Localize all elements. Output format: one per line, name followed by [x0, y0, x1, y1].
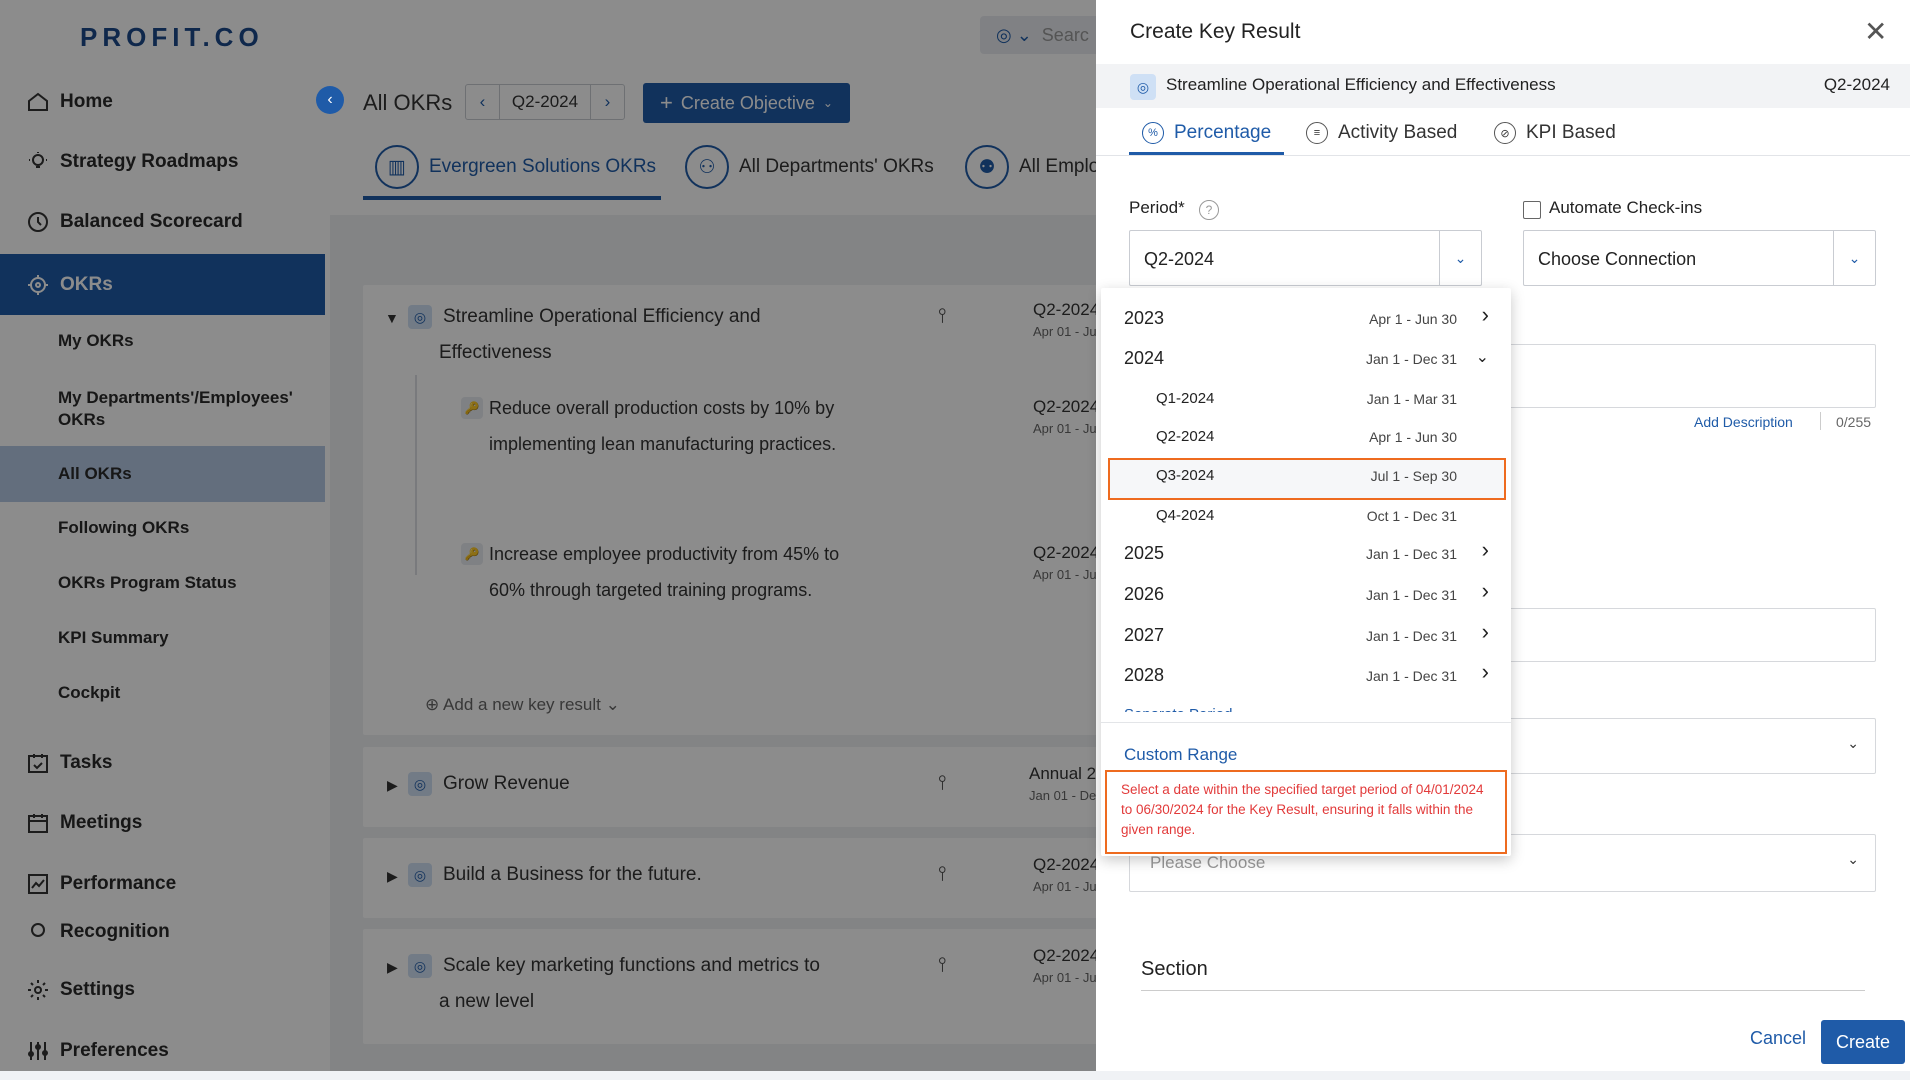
divider [1101, 722, 1511, 723]
tab-percentage[interactable]: % Percentage [1142, 122, 1271, 144]
period-option-q4-2024[interactable]: Q4-2024 Oct 1 - Dec 31 [1101, 495, 1511, 535]
connection-select-value: Choose Connection [1538, 249, 1697, 269]
add-description-link[interactable]: Add Description [1694, 414, 1793, 430]
chevron-down-icon[interactable]: ⌄ [1833, 231, 1875, 285]
period-option-range: Jan 1 - Dec 31 [1365, 628, 1457, 644]
period-option-range: Jan 1 - Dec 31 [1365, 351, 1457, 367]
objective-period: Q2-2024 [1823, 75, 1890, 94]
period-option-label: Q2-2024 [1156, 428, 1215, 445]
section-heading: Section [1141, 958, 1208, 980]
period-option-2025[interactable]: 2025 Jan 1 - Dec 31 › [1101, 533, 1511, 573]
close-icon[interactable]: ✕ [1864, 18, 1887, 46]
modal-overlay[interactable] [0, 0, 1096, 1071]
period-option-label: 2028 [1124, 665, 1165, 685]
period-option-label: 2023 [1124, 308, 1165, 328]
period-option-range: Apr 1 - Jun 30 [1369, 429, 1457, 445]
period-option-2023[interactable]: 2023 Apr 1 - Jun 30 › [1101, 298, 1511, 338]
please-choose-placeholder: Please Choose [1150, 853, 1266, 872]
period-label: Period* [1129, 198, 1185, 217]
custom-range-link[interactable]: Custom Range [1124, 745, 1237, 765]
tab-activity-based[interactable]: ≡ Activity Based [1306, 122, 1457, 144]
period-option-range: Jan 1 - Mar 31 [1366, 391, 1457, 407]
chevron-right-icon[interactable]: › [1482, 659, 1489, 685]
period-select[interactable]: Q2-2024 ⌄ [1129, 230, 1482, 286]
chevron-right-icon[interactable]: › [1482, 619, 1489, 645]
period-option-label: 2027 [1124, 625, 1165, 645]
period-option-label: 2025 [1124, 543, 1165, 563]
connection-select[interactable]: Choose Connection ⌄ [1523, 230, 1876, 286]
period-option-range: Jan 1 - Dec 31 [1365, 668, 1457, 684]
period-dropdown: 2023 Apr 1 - Jun 30 › 2024 Jan 1 - Dec 31 ⌄ Q1… [1101, 288, 1511, 856]
period-option-2028[interactable]: 2028 Jan 1 - Dec 31 › [1101, 655, 1511, 695]
period-option-label: Q4-2024 [1156, 507, 1215, 524]
period-option-2024[interactable]: 2024 Jan 1 - Dec 31 ⌄ [1101, 338, 1511, 378]
chevron-right-icon[interactable]: › [1482, 578, 1489, 604]
objective-icon: ◎ [1130, 74, 1156, 100]
period-option-2027[interactable]: 2027 Jan 1 - Dec 31 › [1101, 615, 1511, 655]
tab-label: KPI Based [1526, 122, 1616, 143]
chevron-right-icon[interactable]: › [1482, 537, 1489, 563]
period-option-range: Oct 1 - Dec 31 [1366, 508, 1457, 524]
drawer-title: Create Key Result [1130, 20, 1301, 43]
chevron-down-icon: ⌄ [1847, 851, 1859, 867]
period-option-range: Jul 1 - Sep 30 [1370, 468, 1457, 484]
period-option-range: Apr 1 - Jun 30 [1369, 311, 1457, 327]
help-icon[interactable]: ? [1199, 200, 1219, 220]
period-error-message: Select a date within the specified targe… [1105, 770, 1507, 854]
kpi-icon: ⊘ [1494, 122, 1516, 144]
period-option-q1-2024[interactable]: Q1-2024 Jan 1 - Mar 31 [1101, 378, 1511, 418]
tab-kpi-based[interactable]: ⊘ KPI Based [1494, 122, 1616, 144]
period-option-label: 2026 [1124, 584, 1165, 604]
divider [1096, 155, 1910, 156]
period-option-range: Jan 1 - Dec 31 [1365, 587, 1457, 603]
chevron-down-icon[interactable]: ⌄ [1439, 231, 1481, 285]
sidebar-collapse-button[interactable]: ‹ [316, 86, 344, 114]
period-option-label: 2024 [1124, 348, 1165, 368]
list-icon: ≡ [1306, 122, 1328, 144]
app-root: PROFIT.CO ‹ Home Strategy Roadmaps Balan… [0, 0, 1910, 1071]
chevron-right-icon[interactable]: › [1482, 302, 1489, 328]
chevron-down-icon: ⌄ [1847, 735, 1859, 751]
cancel-button[interactable]: Cancel [1750, 1028, 1806, 1049]
period-option-q3-2024[interactable]: Q3-2024 Jul 1 - Sep 30 [1101, 455, 1511, 495]
automate-checkins-checkbox[interactable] [1523, 201, 1541, 219]
description-char-count: 0/255 [1836, 414, 1872, 430]
objective-title: Streamline Operational Efficiency and Ef… [1166, 75, 1556, 94]
separate-period-option[interactable]: Separate Period [1124, 706, 1274, 712]
divider [1820, 412, 1821, 430]
objective-bar: ◎ Streamline Operational Efficiency and … [1096, 64, 1910, 108]
divider [1141, 990, 1865, 991]
period-option-2026[interactable]: 2026 Jan 1 - Dec 31 › [1101, 574, 1511, 614]
period-select-value: Q2-2024 [1144, 249, 1215, 269]
tab-label: Percentage [1174, 122, 1272, 143]
period-option-q2-2024[interactable]: Q2-2024 Apr 1 - Jun 30 [1101, 416, 1511, 456]
percent-icon: % [1142, 122, 1164, 144]
chevron-down-icon[interactable]: ⌄ [1476, 347, 1489, 367]
tab-label: Activity Based [1338, 122, 1458, 143]
create-button[interactable]: Create [1821, 1020, 1905, 1064]
period-option-label: Q1-2024 [1156, 390, 1215, 407]
period-option-label: Q3-2024 [1156, 467, 1215, 484]
automate-checkins-label: Automate Check-ins [1549, 198, 1703, 217]
period-option-range: Jan 1 - Dec 31 [1365, 546, 1457, 562]
